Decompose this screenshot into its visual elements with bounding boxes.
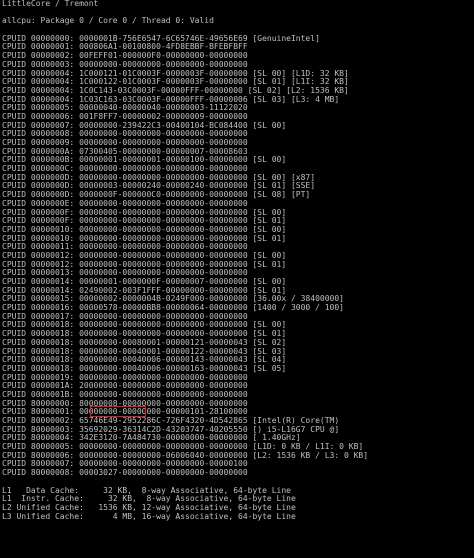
cpuid-line: CPUID 00000010: 00000000-00000000-000000… (2, 225, 287, 234)
cpuid-line: CPUID 0000000E: 00000000-00000000-000000… (2, 199, 248, 208)
cpuid-line: CPUID 00000007: 00000000-239422C3-004001… (2, 121, 287, 130)
cpuid-line: CPUID 80000007: 00000000-00000000-000000… (2, 460, 248, 469)
cpuid-line: CPUID 00000005: 00000040-00000040-000000… (2, 104, 248, 113)
cache-line: L1 Instr. Cache: 32 KB, 8-way Associativ… (2, 495, 296, 504)
cpuid-line: CPUID 0000001A: 20000000-00000000-000000… (2, 382, 248, 391)
cpuid-line: CPUID 00000000: 0000001B-756E6547-6C6574… (2, 34, 320, 43)
cpuid-line: CPUID 00000018: 00000000-00080001-000001… (2, 338, 287, 347)
cpuid-line: CPUID 0000000F: 00000000-00000000-000000… (2, 217, 287, 226)
cpuid-line: CPUID 00000018: 00000000-00040006-000001… (2, 356, 287, 365)
cpuid-line: CPUID 00000016: 00000578-00000BB8-000000… (2, 304, 344, 313)
cpuid-line: CPUID 00000015: 00000002-0000004B-0249F0… (2, 295, 344, 304)
cpuid-line: CPUID 0000000C: 00000000-00000000-000000… (2, 165, 248, 174)
console-title: LittleCore / Tremont (2, 0, 99, 8)
cpuid-line: CPUID 00000018: 00000000-00000000-000000… (2, 321, 287, 330)
cpuid-line: CPUID 80000008: 00003027-00000000-000000… (2, 469, 248, 478)
highlight-box (90, 406, 146, 417)
cpuid-line: CPUID 00000008: 00000000-00000000-000000… (2, 130, 248, 139)
cpuid-line: CPUID 80000004: 342E3120-7A484730-000000… (2, 434, 301, 443)
cpuid-line: CPUID 80000003: 35692029-36314C2D-432037… (2, 425, 340, 434)
cpuid-line: CPUID 00000001: 000806A1-00100800-4FD8EB… (2, 43, 248, 52)
cpuid-line: CPUID 80000006: 00000000-00000000-060060… (2, 451, 369, 460)
cpuid-line: CPUID 00000002: 00FEFF01-000000F0-000000… (2, 52, 248, 61)
cpuid-line: CPUID 0000001B: 00000000-00000000-000000… (2, 390, 248, 399)
cpuid-line: CPUID 0000000D: 00000000-00000000-000000… (2, 173, 316, 182)
cpuid-line: CPUID 00000018: 00000000-00040006-000001… (2, 364, 287, 373)
cpuid-line: CPUID 00000004: 1C03C163-03C0003F-00000F… (2, 95, 340, 104)
cpuid-line: CPUID 00000018: 00000000-00000000-000000… (2, 330, 287, 339)
cpuid-list: CPUID 00000000: 0000001B-756E6547-6C6574… (2, 35, 472, 478)
cpuid-line: CPUID 80000001: 00000000-00000000-000001… (2, 408, 248, 417)
cpuid-line: CPUID 00000011: 00000000-00000000-000000… (2, 243, 248, 252)
cpuid-line: CPUID 00000017: 00000000-00000000-000000… (2, 312, 248, 321)
cpuid-line: CPUID 00000014: 00000001-0000000F-000000… (2, 278, 287, 286)
cpuid-line: CPUID 00000006: 001F8FF7-00000002-000000… (2, 112, 248, 121)
cpuid-line: CPUID 00000004: 1C000121-01C0003F-000000… (2, 69, 349, 78)
cpuid-line: CPUID 0000000D: 00000003-00000240-000002… (2, 182, 316, 191)
cpuid-line: CPUID 00000003: 00000000-00000000-000000… (2, 60, 248, 69)
cpuid-line: CPUID 80000000: 80000008-00000000-000000… (2, 399, 248, 408)
cpuid-line: CPUID 80000005: 00000000-00000000-000000… (2, 443, 364, 452)
cpuid-line: CPUID 0000000F: 00000000-00000000-000000… (2, 208, 287, 217)
cache-summary-list: L1 Data Cache: 32 KB, 8-way Associative,… (2, 487, 472, 522)
cpuid-line: CPUID 00000019: 00000000-00000000-000000… (2, 373, 248, 382)
cpuid-line: CPUID 00000012: 00000000-00000000-000000… (2, 260, 287, 269)
cpuid-line: CPUID 0000000B: 00000001-00000001-000001… (2, 156, 287, 165)
cpuid-line: CPUID 00000004: 1C0C143-03C0003F-00000FF… (2, 86, 349, 95)
cache-line: L1 Data Cache: 32 KB, 8-way Associative,… (2, 486, 291, 495)
console-subtitle: allcpu: Package 0 / Core 0 / Thread 0: V… (2, 17, 214, 26)
cpuid-line: CPUID 0000000A: 07300405-00000000-000000… (2, 147, 248, 156)
cpuid-line: CPUID 00000014: 02490002-003F1FFF-000000… (2, 286, 287, 295)
cpuid-line: CPUID 80000002: 65746E49-2952286C-726F43… (2, 417, 340, 425)
cpuid-line: CPUID 00000012: 00000000-00000000-000000… (2, 251, 287, 260)
cpuid-line: CPUID 0000000D: 0000000F-000000C0-000000… (2, 191, 311, 200)
cpuid-line: CPUID 00000009: 00000000-00000000-000000… (2, 139, 248, 147)
console-output: LittleCore / Tremont allcpu: Package 0 /… (2, 0, 472, 521)
cache-line: L3 Unified Cache: 4 MB, 16-way Associati… (2, 512, 296, 521)
cache-line: L2 Unified Cache: 1536 KB, 12-way Associ… (2, 503, 296, 512)
cpuid-line: CPUID 00000013: 00000000-00000000-000000… (2, 269, 248, 278)
cpuid-line: CPUID 00000010: 00000000-00000000-000000… (2, 234, 287, 243)
cpuid-line: CPUID 00000018: 00000000-00040001-000001… (2, 347, 287, 356)
cpuid-line: CPUID 00000004: 1C000122-01C0003F-000000… (2, 78, 349, 87)
